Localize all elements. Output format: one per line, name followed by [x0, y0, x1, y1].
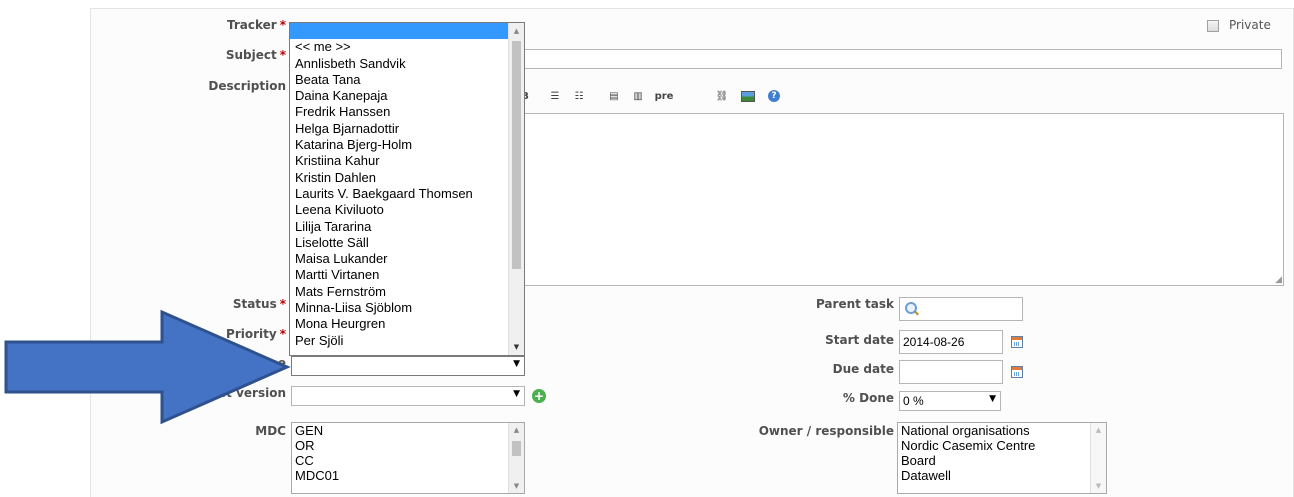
- dropdown-option[interactable]: Kristiina Kahur: [290, 153, 524, 169]
- dropdown-option[interactable]: Helga Bjarnadottir: [290, 121, 524, 137]
- due-date-label: Due date: [832, 362, 894, 376]
- add-version-icon[interactable]: +: [532, 389, 546, 403]
- dropdown-option[interactable]: Annlisbeth Sandvik: [290, 56, 524, 72]
- help-icon[interactable]: ?: [765, 87, 783, 107]
- dropdown-option[interactable]: Fredrik Hanssen: [290, 104, 524, 120]
- dropdown-option[interactable]: << me >>: [290, 39, 524, 55]
- owner-option[interactable]: Datawell: [898, 468, 1106, 483]
- link-icon[interactable]: ⛓: [713, 87, 731, 107]
- owner-option[interactable]: Board: [898, 453, 1106, 468]
- dropdown-option[interactable]: [290, 23, 524, 40]
- parent-task-input[interactable]: [899, 297, 1023, 321]
- unquote-button[interactable]: ▥: [629, 87, 647, 107]
- unordered-list-button[interactable]: ☰: [546, 87, 564, 107]
- chevron-down-icon: ▼: [513, 389, 520, 399]
- assignee-select[interactable]: ▼: [291, 356, 525, 376]
- chevron-down-icon: ▼: [513, 359, 520, 369]
- resize-handle-icon[interactable]: ◢: [1275, 275, 1282, 285]
- mdc-option[interactable]: GEN: [292, 423, 524, 438]
- dropdown-option[interactable]: Lilija Tararina: [290, 219, 524, 235]
- dropdown-scrollbar[interactable]: ▲ ▼: [508, 23, 524, 355]
- start-date-input[interactable]: 2014-08-26: [899, 330, 1003, 354]
- done-select[interactable]: 0 % ▼: [899, 391, 1001, 411]
- parent-task-label: Parent task: [815, 297, 894, 311]
- mdc-option[interactable]: CC: [292, 453, 524, 468]
- scroll-up-icon[interactable]: ▲: [509, 426, 524, 434]
- dropdown-option[interactable]: Mats Fernström: [290, 284, 524, 300]
- mdc-option[interactable]: MDC01: [292, 468, 524, 483]
- dropdown-option[interactable]: Daina Kanepaja: [290, 88, 524, 104]
- dropdown-option[interactable]: Katarina Bjerg-Holm: [290, 137, 524, 153]
- owner-listbox[interactable]: National organisations Nordic Casemix Ce…: [897, 422, 1107, 494]
- scroll-down-icon[interactable]: ▼: [1091, 482, 1106, 490]
- pre-button[interactable]: pre: [653, 87, 675, 107]
- annotation-arrow: [4, 309, 291, 425]
- ordered-list-button[interactable]: ☷: [570, 87, 588, 107]
- description-label: Description: [208, 79, 286, 93]
- scrollbar-thumb[interactable]: [512, 41, 521, 269]
- mdc-listbox[interactable]: GEN OR CC MDC01 ▲ ▼: [291, 422, 525, 494]
- start-date-label: Start date: [825, 333, 894, 347]
- mdc-scrollbar[interactable]: ▲ ▼: [508, 423, 524, 493]
- scroll-down-icon[interactable]: ▼: [509, 343, 524, 351]
- due-date-input[interactable]: [899, 360, 1003, 384]
- owner-scrollbar[interactable]: ▲ ▼: [1090, 423, 1106, 493]
- dropdown-option[interactable]: Laurits V. Baekgaard Thomsen: [290, 186, 524, 202]
- mdc-label: MDC: [255, 424, 286, 438]
- dropdown-option[interactable]: Per Sjöli: [290, 333, 524, 349]
- dropdown-option[interactable]: Beata Tana: [290, 72, 524, 88]
- dropdown-option[interactable]: Maisa Lukander: [290, 251, 524, 267]
- mdc-option[interactable]: OR: [292, 438, 524, 453]
- dropdown-option[interactable]: Mona Heurgren: [290, 316, 524, 332]
- dropdown-option[interactable]: Kristin Dahlen: [290, 170, 524, 186]
- dropdown-option[interactable]: Liselotte Säll: [290, 235, 524, 251]
- scroll-down-icon[interactable]: ▼: [509, 482, 524, 490]
- private-label: Private: [1229, 18, 1271, 32]
- assignee-dropdown-list[interactable]: << me >> Annlisbeth Sandvik Beata Tana D…: [289, 22, 525, 356]
- scroll-up-icon[interactable]: ▲: [1091, 426, 1106, 434]
- target-version-select[interactable]: ▼: [291, 386, 525, 406]
- tracker-label: Tracker *: [227, 18, 286, 32]
- owner-option[interactable]: National organisations: [898, 423, 1106, 438]
- description-textarea[interactable]: ◢: [520, 113, 1284, 286]
- dropdown-option[interactable]: Leena Kiviluoto: [290, 202, 524, 218]
- quote-button[interactable]: ▤: [605, 87, 623, 107]
- owner-label: Owner / responsible: [758, 424, 894, 438]
- subject-label: Subject *: [225, 48, 286, 62]
- private-checkbox[interactable]: [1207, 20, 1219, 32]
- calendar-icon[interactable]: [1011, 366, 1023, 378]
- chevron-down-icon: ▼: [989, 394, 996, 404]
- subject-input[interactable]: [520, 49, 1282, 69]
- dropdown-option[interactable]: Minna-Liisa Sjöblom: [290, 300, 524, 316]
- scroll-up-icon[interactable]: ▲: [509, 27, 524, 35]
- dropdown-option[interactable]: Martti Virtanen: [290, 267, 524, 283]
- image-icon[interactable]: [739, 87, 757, 107]
- owner-option[interactable]: Nordic Casemix Centre: [898, 438, 1106, 453]
- calendar-icon[interactable]: [1011, 336, 1023, 348]
- done-label: % Done: [842, 391, 894, 405]
